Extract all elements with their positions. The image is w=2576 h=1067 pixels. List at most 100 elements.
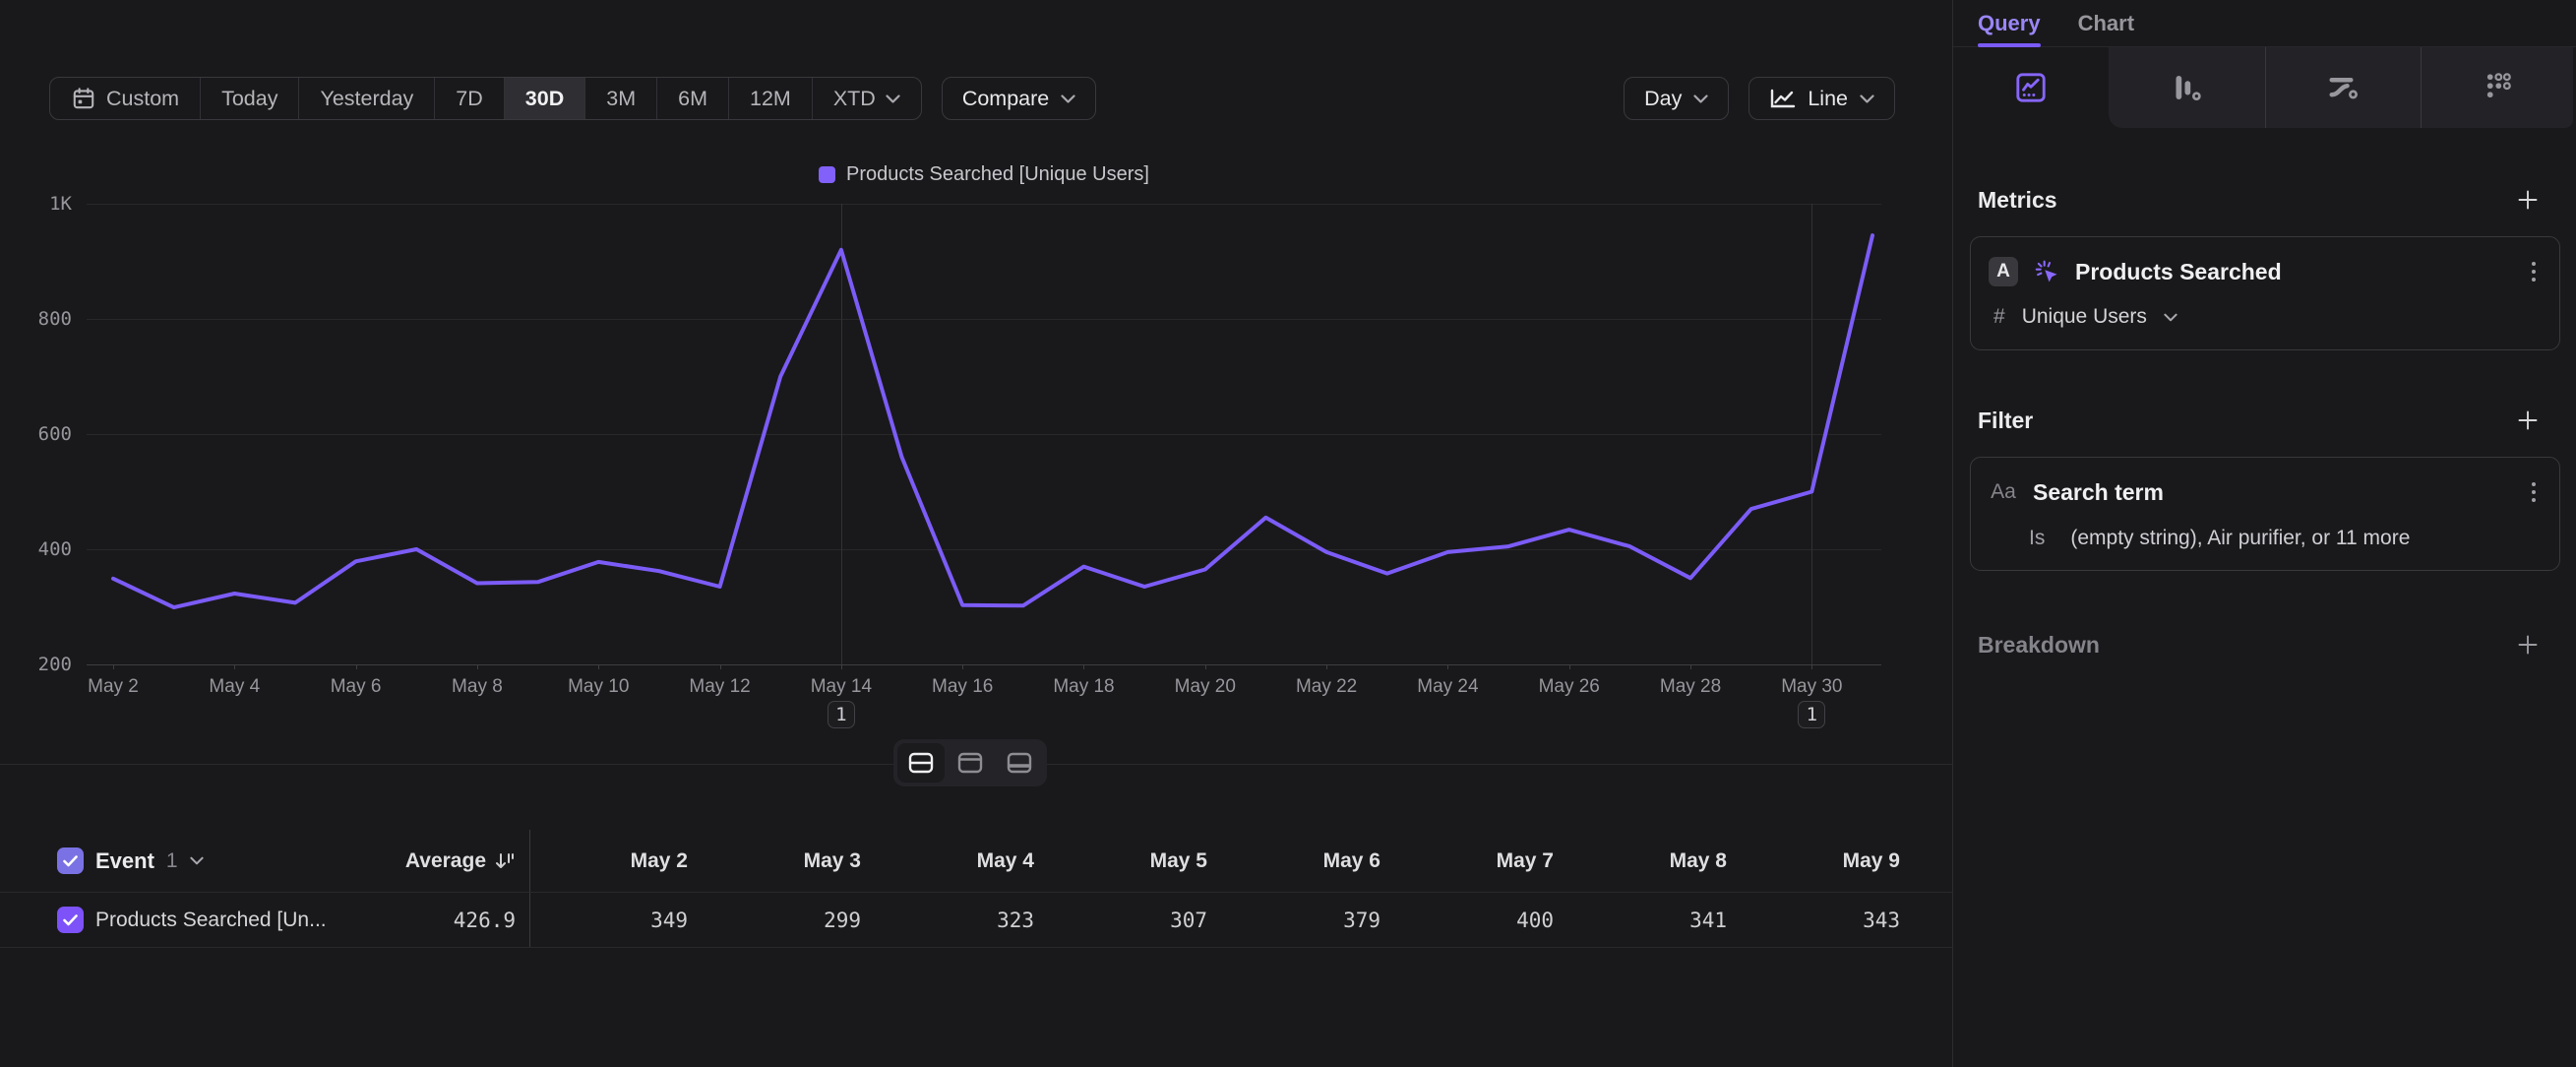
range-custom[interactable]: Custom — [50, 78, 200, 119]
check-icon — [63, 855, 78, 867]
x-axis-label: May 26 — [1539, 676, 1600, 698]
range-xtd[interactable]: XTD — [812, 78, 921, 119]
range-7d[interactable]: 7D — [434, 78, 503, 119]
aggregation-label: Unique Users — [2022, 305, 2147, 329]
value-cell: 349 — [530, 893, 704, 947]
date-column-header[interactable]: May 8 — [1569, 830, 1743, 892]
range-12m[interactable]: 12M — [728, 78, 812, 119]
select-all-checkbox[interactable] — [57, 847, 84, 874]
calendar-icon — [71, 86, 96, 111]
x-axis-tick — [841, 664, 842, 669]
toolbar: CustomTodayYesterday7D30D3M6M12MXTD Comp… — [49, 77, 1895, 120]
add-filter-button[interactable] — [2515, 408, 2541, 433]
plus-icon — [2516, 633, 2540, 657]
annotation-badge[interactable]: 1 — [828, 701, 855, 728]
x-axis-label: May 28 — [1660, 676, 1721, 698]
query-panel: Query Chart Metrics A Products Searched — [1953, 0, 2576, 1067]
line-chart-icon — [1769, 89, 1796, 109]
x-axis-tick — [1690, 664, 1691, 669]
granularity-button[interactable]: Day — [1624, 77, 1729, 120]
check-icon — [63, 914, 78, 926]
split-view-icon — [908, 752, 934, 774]
date-column-header[interactable]: May 3 — [704, 830, 877, 892]
range-3m[interactable]: 3M — [584, 78, 656, 119]
filter-card[interactable]: Aa Search term Is (empty string), Air pu… — [1970, 457, 2560, 571]
x-axis-tick — [1447, 664, 1448, 669]
add-breakdown-button[interactable] — [2515, 632, 2541, 658]
range-30d[interactable]: 30D — [504, 78, 584, 119]
row-checkbox[interactable] — [57, 907, 84, 933]
range-6m[interactable]: 6M — [656, 78, 728, 119]
filter-heading-label: Filter — [1978, 408, 2033, 434]
range-today[interactable]: Today — [200, 78, 298, 119]
range-yesterday[interactable]: Yesterday — [298, 78, 434, 119]
chevron-down-icon — [1061, 94, 1075, 103]
string-type-badge: Aa — [1989, 480, 2018, 504]
date-column-header[interactable]: May 6 — [1223, 830, 1396, 892]
x-axis-tick — [113, 664, 114, 669]
metric-card[interactable]: A Products Searched # Unique Users — [1970, 236, 2560, 350]
chevron-down-icon[interactable] — [190, 856, 204, 865]
date-column-header[interactable]: May 5 — [1050, 830, 1223, 892]
metric-event-name: Products Searched — [2075, 259, 2282, 285]
top-panel-icon — [957, 752, 983, 774]
query-builder: Metrics A Products Searched # Unique Use… — [1953, 128, 2576, 659]
hash-icon: # — [1993, 305, 2005, 329]
date-column-header[interactable]: May 4 — [877, 830, 1050, 892]
chart-type-button[interactable]: Line — [1748, 77, 1895, 120]
layout-split-button[interactable] — [897, 743, 945, 783]
row-series-label: Products Searched [Un... — [95, 909, 327, 932]
x-axis-label: May 20 — [1175, 676, 1236, 698]
sort-descending-icon[interactable] — [494, 850, 516, 872]
x-axis-tick — [1083, 664, 1084, 669]
metric-menu-button[interactable] — [2526, 258, 2542, 285]
layout-table-only-button[interactable] — [996, 743, 1043, 783]
filter-section-heading: Filter — [1953, 406, 2576, 435]
x-axis-label: May 30 — [1781, 676, 1842, 698]
chevron-down-icon — [1860, 94, 1874, 103]
legend-label: Products Searched [Unique Users] — [846, 163, 1149, 186]
chevron-down-icon — [1693, 94, 1708, 103]
legend-swatch — [819, 166, 835, 183]
table-header-event-cell: Event 1 Average — [0, 830, 530, 892]
plus-icon — [2516, 188, 2540, 212]
value-cell: 341 — [1569, 893, 1743, 947]
add-metric-button[interactable] — [2515, 187, 2541, 213]
x-axis-tick — [598, 664, 599, 669]
metrics-section-heading: Metrics — [1953, 185, 2576, 215]
chart-type-tabbar — [1953, 47, 2576, 128]
chart-legend[interactable]: Products Searched [Unique Users] — [87, 161, 1881, 187]
series-line[interactable] — [87, 204, 1881, 664]
line-chart-plot[interactable]: 1K800600400200May 2May 4May 6May 8May 10… — [87, 204, 1881, 664]
tab-retention[interactable] — [2421, 47, 2576, 128]
x-axis-label: May 12 — [689, 676, 750, 698]
breakdown-heading-label: Breakdown — [1978, 632, 2100, 659]
filter-value: (empty string), Air purifier, or 11 more — [2070, 527, 2410, 550]
tab-bar-chart[interactable] — [2109, 47, 2264, 128]
x-axis-label: May 2 — [88, 676, 139, 698]
filter-condition[interactable]: Is (empty string), Air purifier, or 11 m… — [1989, 525, 2542, 552]
breakdown-section-heading: Breakdown — [1953, 630, 2576, 659]
compare-button[interactable]: Compare — [942, 77, 1096, 120]
y-axis-label: 800 — [38, 308, 72, 330]
panel-tab-query[interactable]: Query — [1978, 0, 2041, 46]
x-axis-tick — [720, 664, 721, 669]
panel-tab-chart[interactable]: Chart — [2078, 0, 2134, 46]
layout-toggle-group — [893, 739, 1047, 786]
layout-chart-only-button[interactable] — [947, 743, 994, 783]
date-column-header[interactable]: May 7 — [1396, 830, 1569, 892]
filter-menu-button[interactable] — [2526, 478, 2542, 506]
y-axis-label: 1K — [49, 193, 72, 215]
annotation-badge[interactable]: 1 — [1798, 701, 1825, 728]
event-count: 1 — [166, 849, 178, 873]
tab-insights-line[interactable] — [1953, 47, 2109, 128]
x-axis-tick — [1569, 664, 1570, 669]
metric-aggregation[interactable]: # Unique Users — [1989, 302, 2542, 332]
tab-flows[interactable] — [2265, 47, 2421, 128]
metric-letter-badge: A — [1989, 257, 2018, 286]
table-row[interactable]: Products Searched [Un... 426.9 349299323… — [0, 893, 1952, 948]
date-column-header[interactable]: May 2 — [530, 830, 704, 892]
date-column-header[interactable]: May 9 — [1743, 830, 1916, 892]
insights-chart-icon — [2013, 70, 2049, 105]
average-column-label: Average — [405, 849, 486, 873]
